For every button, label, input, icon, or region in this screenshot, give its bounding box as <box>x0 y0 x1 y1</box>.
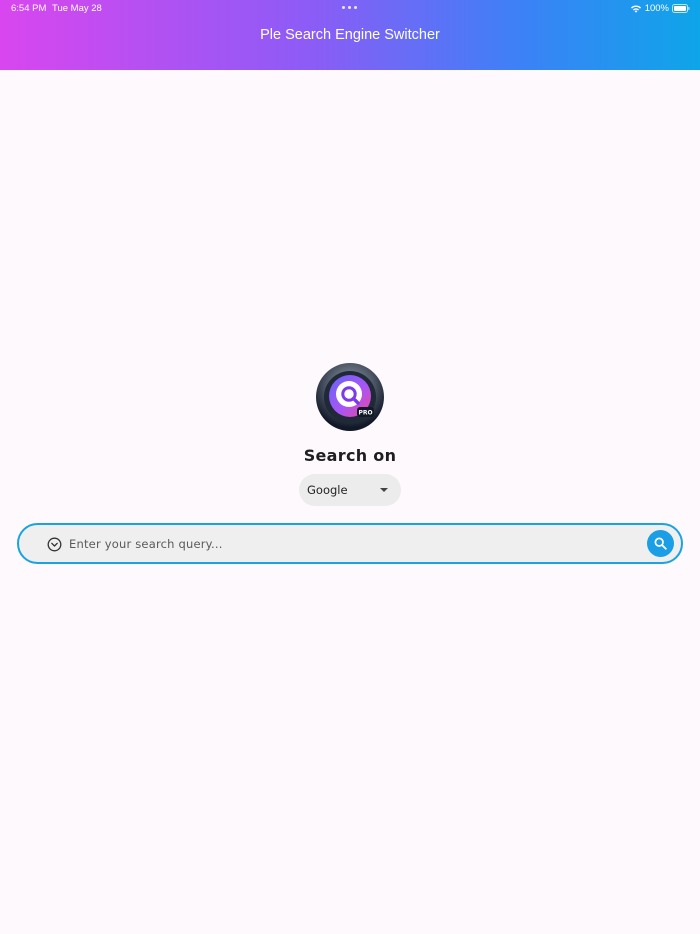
status-date: Tue May 28 <box>52 3 102 14</box>
app-title: Ple Search Engine Switcher <box>260 27 440 43</box>
search-on-heading: Search on <box>303 446 397 465</box>
search-input[interactable] <box>69 534 629 554</box>
multitask-dots-icon[interactable] <box>342 6 357 9</box>
status-time: 6:54 PM <box>11 3 47 14</box>
dropdown-caret-icon <box>380 488 388 492</box>
search-engine-selected: Google <box>307 483 348 497</box>
chevron-down-circle-icon[interactable] <box>47 537 62 552</box>
search-icon <box>654 537 667 550</box>
search-engine-dropdown[interactable]: Google <box>299 474 401 506</box>
logo-pro-badge: PRO <box>358 410 372 417</box>
battery-icon <box>672 4 690 13</box>
app-header: 6:54 PM Tue May 28 100% Ple Search Engin… <box>0 0 700 70</box>
app-logo: PRO <box>316 363 384 431</box>
status-indicators: 100% <box>630 3 690 14</box>
search-button[interactable] <box>647 530 674 557</box>
search-bar <box>17 523 683 564</box>
status-bar: 6:54 PM Tue May 28 100% <box>0 0 700 18</box>
battery-percentage: 100% <box>644 3 669 14</box>
wifi-icon <box>630 5 641 13</box>
